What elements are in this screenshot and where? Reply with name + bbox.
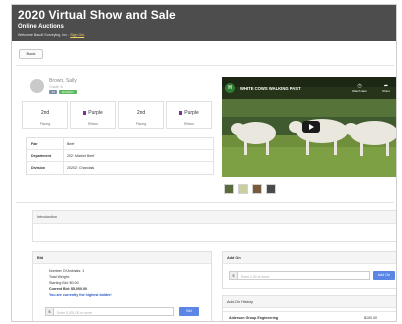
bid-amount-input[interactable]: Enter 5,001.00 or more [54, 307, 174, 316]
share-button[interactable]: ➦ Share [382, 83, 390, 93]
add-on-heading: Add On [223, 252, 396, 264]
history-donor: Alderson Group Engineering [229, 316, 279, 320]
ribbon-flag-icon [179, 110, 183, 115]
ribbon-label: Ribbon [87, 122, 99, 126]
table-row: Fair Beef [27, 138, 213, 150]
placing-value: 2nd [40, 110, 50, 116]
avatar [30, 79, 44, 93]
table-row: Department 202: Market Beef [27, 150, 213, 162]
auction-page: 2020 Virtual Show and Sale Online Auctio… [11, 4, 397, 322]
thumbnail-video[interactable] [224, 184, 234, 194]
bid-heading: Bid [33, 252, 211, 264]
ribbon-text: Purple [88, 110, 103, 116]
video-topbar: H WHITE COWS WALKING PAST ◷ Watch later ➦… [222, 77, 396, 99]
add-on-input-row: $ Enter 1.00 or more Add On [229, 271, 395, 280]
starting-bid: Starting Bid: $0.00 [49, 281, 79, 285]
cell-divider [63, 138, 64, 149]
detail-key: Division [31, 166, 45, 170]
animal-count: Number Of Animals: 1 [49, 269, 85, 273]
page-header: 2020 Virtual Show and Sale Online Auctio… [12, 5, 396, 41]
cell-divider [63, 162, 64, 174]
currency-addon: $ [45, 307, 54, 316]
add-on-button[interactable]: Add On [373, 271, 395, 280]
thumbnail-photo[interactable] [238, 184, 248, 194]
ribbon-card: Purple Ribbon [70, 101, 116, 129]
ribbon-flag-icon [83, 110, 87, 115]
placing-card: 2nd Placing [118, 101, 164, 129]
place-bid-button[interactable]: Bid [179, 307, 199, 316]
add-on-amount-input[interactable]: Enter 1.00 or more [238, 271, 370, 280]
thumbnail-photo[interactable] [266, 184, 276, 194]
currency-addon: $ [229, 271, 238, 280]
thumbnail-photo[interactable] [252, 184, 262, 194]
ribbon-text: Purple [184, 110, 199, 116]
exhibitor-name: Brown, Sally [49, 78, 77, 84]
cell-divider [63, 150, 64, 161]
detail-value: 20202: Charolais [67, 166, 95, 170]
watch-later-label: Watch later [352, 89, 368, 93]
number-badge: 14 [49, 90, 57, 94]
ribbon-value: Purple [71, 110, 115, 116]
ribbon-label: Ribbon [183, 122, 195, 126]
back-button[interactable]: Back [19, 49, 43, 59]
status-badge: Exhibitor [59, 90, 77, 94]
detail-value: 202: Market Beef [67, 154, 95, 158]
welcome-line: Welcome Baudt Surveying, Inc - Sign Out [18, 33, 84, 37]
current-bid: Current Bid: $5,000.00 [49, 287, 87, 291]
ribbon-card: Purple Ribbon [166, 101, 212, 129]
add-on-history-panel: Add-On History Alderson Group Engineerin… [222, 295, 396, 321]
placing-card: 2nd Placing [22, 101, 68, 129]
detail-key: Fair [31, 142, 38, 146]
introduction-heading: Introduction [33, 211, 396, 224]
ribbon-value: Purple [167, 110, 211, 116]
divider [16, 65, 394, 66]
page-title: 2020 Virtual Show and Sale [18, 8, 176, 22]
bid-input-row: $ Enter 5,001.00 or more Bid [45, 307, 205, 316]
play-button-icon[interactable] [302, 121, 320, 133]
highest-bidder-notice: You are currently the highest bidder! [49, 293, 112, 297]
details-table: Fair Beef Department 202: Market Beef Divi… [26, 137, 214, 175]
add-on-history-heading: Add-On History [223, 296, 396, 308]
placing-label: Placing [135, 122, 147, 126]
placing-value: 2nd [136, 110, 146, 116]
add-on-panel: Add On $ Enter 1.00 or more Add On [222, 251, 396, 289]
video-title: WHITE COWS WALKING PAST [240, 86, 301, 91]
exhibitor-panel: Brown, Sally Grade: 8 14 Exhibitor 2nd P… [20, 75, 214, 211]
total-weight: Total Weight: [49, 275, 70, 279]
detail-value: Beef [67, 142, 75, 146]
history-amount: $100.00 [364, 316, 377, 320]
channel-logo-icon: H [225, 83, 235, 93]
video-player[interactable]: H WHITE COWS WALKING PAST ◷ Watch later ➦… [222, 77, 396, 177]
sign-out-link[interactable]: Sign Out [70, 33, 84, 37]
bid-panel: Bid Number Of Animals: 1 Total Weight: S… [32, 251, 212, 321]
table-row: Division 20202: Charolais [27, 162, 213, 174]
table-row: Alderson Group Engineering $100.00 [223, 311, 396, 321]
exhibitor-class: Grade: 8 [49, 85, 63, 89]
divider [16, 202, 394, 203]
welcome-text: Welcome Baudt Surveying, Inc - [18, 33, 71, 37]
share-label: Share [382, 89, 391, 93]
watch-later-button[interactable]: ◷ Watch later [352, 83, 367, 93]
introduction-panel: Introduction [32, 210, 396, 242]
page-subtitle: Online Auctions [18, 24, 64, 30]
detail-key: Department [31, 154, 51, 158]
placing-label: Placing [39, 122, 51, 126]
